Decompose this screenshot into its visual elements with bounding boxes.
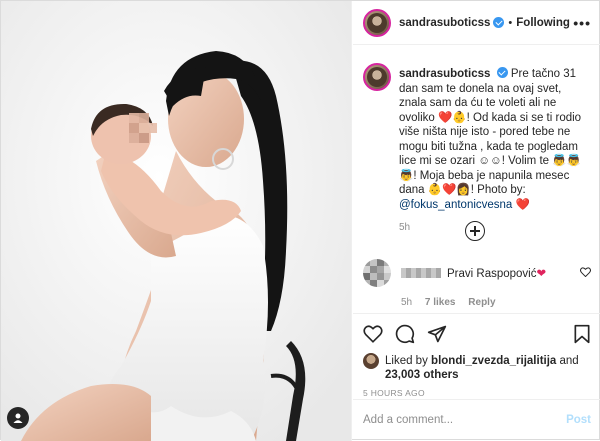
likes-prefix: Liked by — [385, 355, 428, 367]
caption: sandrasuboticss Pre tačno 31 dan sam te … — [363, 55, 591, 236]
post-timestamp[interactable]: 5 HOURS AGO — [363, 388, 591, 398]
header-username[interactable]: sandrasuboticss — [399, 17, 490, 29]
photo-illustration — [1, 1, 351, 441]
caption-emoji: 👶❤️👩 — [427, 184, 471, 196]
post-comment-button[interactable]: Post — [566, 414, 591, 426]
comment-bubble-icon[interactable] — [395, 324, 415, 344]
post-header: sandrasuboticss • Following ••• — [353, 1, 600, 45]
comment-avatar[interactable] — [363, 259, 391, 287]
avatar[interactable] — [363, 8, 391, 37]
caption-body: sandrasuboticss Pre tačno 31 dan sam te … — [399, 67, 591, 236]
likes-summary: Liked by blondi_zvezda_rijalitija and 23… — [363, 353, 591, 382]
likes-and: and — [559, 355, 579, 367]
header-separator: • — [508, 16, 513, 29]
caption-text: ! Photo by: — [470, 184, 526, 196]
more-options-icon[interactable]: ••• — [573, 15, 591, 31]
comments-section: sandrasuboticss Pre tačno 31 dan sam te … — [353, 55, 600, 313]
verified-badge-icon — [496, 67, 508, 78]
verified-badge-icon — [493, 17, 505, 28]
following-button[interactable]: Following — [516, 17, 570, 29]
post-photo[interactable] — [1, 1, 352, 441]
caption-emoji: ☺☺ — [478, 155, 502, 167]
comment-item: Pravi Raspopović❤ 5h 7 likes Reply — [363, 259, 591, 308]
comment-username-obscured[interactable] — [401, 268, 441, 278]
liker-avatar[interactable] — [363, 353, 379, 369]
comment-time[interactable]: 5h — [401, 297, 412, 308]
caption-emoji: ❤️👶 — [438, 111, 467, 124]
paper-plane-icon[interactable] — [427, 324, 447, 344]
post-actions: Liked by blondi_zvezda_rijalitija and 23… — [353, 313, 600, 398]
caption-time[interactable]: 5h — [399, 221, 591, 236]
instagram-post: sandrasuboticss • Following ••• sandrasu… — [0, 0, 600, 441]
add-comment-bar: Post — [353, 399, 600, 439]
likes-others[interactable]: 23,003 others — [385, 369, 459, 381]
heart-outline-icon[interactable] — [363, 325, 383, 343]
comment-like-icon[interactable] — [580, 266, 591, 280]
comment-meta: 5h 7 likes Reply — [401, 297, 591, 308]
reply-button[interactable]: Reply — [468, 297, 495, 308]
caption-text: ! Volim te — [501, 155, 550, 167]
caption-mention-link[interactable]: @fokus_antonicvesna — [399, 199, 512, 211]
caption-emoji: ❤️ — [515, 198, 530, 211]
load-more-comments-button[interactable] — [465, 221, 485, 241]
post-details-panel: sandrasuboticss • Following ••• sandrasu… — [353, 1, 600, 441]
user-tag-icon[interactable] — [7, 407, 29, 429]
comment-likes-count[interactable]: 7 likes — [425, 297, 456, 308]
comment-input[interactable] — [363, 413, 567, 426]
caption-username[interactable]: sandrasuboticss — [399, 68, 490, 80]
caption-avatar[interactable] — [363, 63, 391, 91]
liker-username[interactable]: blondi_zvezda_rijalitija — [431, 355, 556, 367]
comment-text: Pravi Raspopović❤ — [447, 268, 547, 280]
bookmark-icon[interactable] — [573, 324, 591, 344]
